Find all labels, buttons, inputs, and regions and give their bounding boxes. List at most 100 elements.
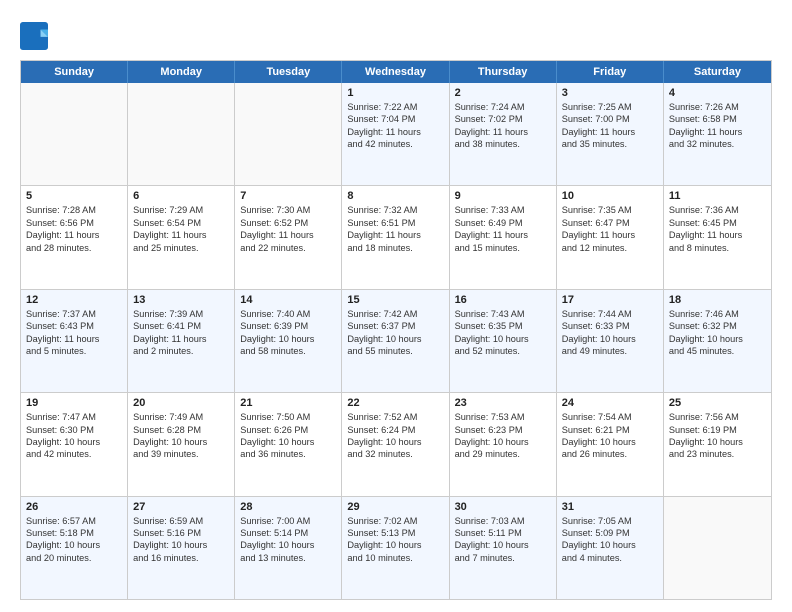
- day-number: 2: [455, 87, 551, 99]
- cell-line-2: Daylight: 10 hours: [455, 436, 551, 448]
- cell-line-2: Daylight: 10 hours: [347, 539, 443, 551]
- cell-line-3: and 26 minutes.: [562, 448, 658, 460]
- cell-line-3: and 32 minutes.: [669, 138, 766, 150]
- calendar-row-1: 5Sunrise: 7:28 AMSunset: 6:56 PMDaylight…: [21, 185, 771, 288]
- calendar-cell-25: 25Sunrise: 7:56 AMSunset: 6:19 PMDayligh…: [664, 393, 771, 495]
- calendar-cell-20: 20Sunrise: 7:49 AMSunset: 6:28 PMDayligh…: [128, 393, 235, 495]
- day-number: 25: [669, 397, 766, 409]
- calendar-cell-2: 2Sunrise: 7:24 AMSunset: 7:02 PMDaylight…: [450, 83, 557, 185]
- day-number: 13: [133, 294, 229, 306]
- cell-line-3: and 29 minutes.: [455, 448, 551, 460]
- cell-line-1: Sunset: 5:16 PM: [133, 527, 229, 539]
- cell-line-3: and 10 minutes.: [347, 552, 443, 564]
- cell-line-1: Sunset: 5:11 PM: [455, 527, 551, 539]
- calendar-cell-31: 31Sunrise: 7:05 AMSunset: 5:09 PMDayligh…: [557, 497, 664, 599]
- cell-line-1: Sunset: 7:00 PM: [562, 113, 658, 125]
- calendar-row-2: 12Sunrise: 7:37 AMSunset: 6:43 PMDayligh…: [21, 289, 771, 392]
- logo-icon: [20, 22, 48, 50]
- cell-line-3: and 25 minutes.: [133, 242, 229, 254]
- cell-line-2: Daylight: 10 hours: [347, 436, 443, 448]
- cell-line-0: Sunrise: 7:33 AM: [455, 204, 551, 216]
- calendar-cell-8: 8Sunrise: 7:32 AMSunset: 6:51 PMDaylight…: [342, 186, 449, 288]
- cell-line-0: Sunrise: 7:42 AM: [347, 308, 443, 320]
- cell-line-1: Sunset: 5:18 PM: [26, 527, 122, 539]
- calendar-cell-empty: [128, 83, 235, 185]
- cell-line-1: Sunset: 6:39 PM: [240, 320, 336, 332]
- calendar-cell-9: 9Sunrise: 7:33 AMSunset: 6:49 PMDaylight…: [450, 186, 557, 288]
- calendar-cell-empty: [21, 83, 128, 185]
- calendar-body: 1Sunrise: 7:22 AMSunset: 7:04 PMDaylight…: [21, 83, 771, 599]
- cell-line-2: Daylight: 10 hours: [562, 333, 658, 345]
- calendar-cell-empty: [235, 83, 342, 185]
- day-number: 19: [26, 397, 122, 409]
- calendar-row-3: 19Sunrise: 7:47 AMSunset: 6:30 PMDayligh…: [21, 392, 771, 495]
- cell-line-2: Daylight: 10 hours: [133, 436, 229, 448]
- day-number: 20: [133, 397, 229, 409]
- cell-line-1: Sunset: 5:13 PM: [347, 527, 443, 539]
- calendar-cell-18: 18Sunrise: 7:46 AMSunset: 6:32 PMDayligh…: [664, 290, 771, 392]
- cell-line-0: Sunrise: 7:30 AM: [240, 204, 336, 216]
- cell-line-2: Daylight: 11 hours: [240, 229, 336, 241]
- cell-line-2: Daylight: 10 hours: [240, 539, 336, 551]
- calendar-cell-22: 22Sunrise: 7:52 AMSunset: 6:24 PMDayligh…: [342, 393, 449, 495]
- cell-line-3: and 55 minutes.: [347, 345, 443, 357]
- day-number: 16: [455, 294, 551, 306]
- cell-line-2: Daylight: 11 hours: [562, 126, 658, 138]
- cell-line-1: Sunset: 6:47 PM: [562, 217, 658, 229]
- day-number: 6: [133, 190, 229, 202]
- cell-line-1: Sunset: 6:51 PM: [347, 217, 443, 229]
- cell-line-0: Sunrise: 7:29 AM: [133, 204, 229, 216]
- cell-line-1: Sunset: 6:37 PM: [347, 320, 443, 332]
- cell-line-3: and 16 minutes.: [133, 552, 229, 564]
- day-number: 17: [562, 294, 658, 306]
- cell-line-0: Sunrise: 7:25 AM: [562, 101, 658, 113]
- header-day-thursday: Thursday: [450, 61, 557, 83]
- cell-line-0: Sunrise: 7:22 AM: [347, 101, 443, 113]
- cell-line-0: Sunrise: 7:50 AM: [240, 411, 336, 423]
- cell-line-0: Sunrise: 7:44 AM: [562, 308, 658, 320]
- cell-line-2: Daylight: 11 hours: [669, 126, 766, 138]
- cell-line-0: Sunrise: 7:39 AM: [133, 308, 229, 320]
- cell-line-3: and 4 minutes.: [562, 552, 658, 564]
- cell-line-2: Daylight: 11 hours: [562, 229, 658, 241]
- cell-line-1: Sunset: 7:04 PM: [347, 113, 443, 125]
- cell-line-3: and 8 minutes.: [669, 242, 766, 254]
- calendar-cell-23: 23Sunrise: 7:53 AMSunset: 6:23 PMDayligh…: [450, 393, 557, 495]
- cell-line-2: Daylight: 10 hours: [240, 436, 336, 448]
- calendar-cell-19: 19Sunrise: 7:47 AMSunset: 6:30 PMDayligh…: [21, 393, 128, 495]
- cell-line-3: and 39 minutes.: [133, 448, 229, 460]
- cell-line-3: and 42 minutes.: [26, 448, 122, 460]
- header-day-friday: Friday: [557, 61, 664, 83]
- cell-line-2: Daylight: 10 hours: [26, 436, 122, 448]
- calendar-cell-6: 6Sunrise: 7:29 AMSunset: 6:54 PMDaylight…: [128, 186, 235, 288]
- cell-line-0: Sunrise: 7:43 AM: [455, 308, 551, 320]
- calendar-cell-13: 13Sunrise: 7:39 AMSunset: 6:41 PMDayligh…: [128, 290, 235, 392]
- cell-line-3: and 52 minutes.: [455, 345, 551, 357]
- day-number: 5: [26, 190, 122, 202]
- cell-line-2: Daylight: 11 hours: [455, 229, 551, 241]
- day-number: 27: [133, 501, 229, 513]
- day-number: 22: [347, 397, 443, 409]
- cell-line-3: and 36 minutes.: [240, 448, 336, 460]
- cell-line-1: Sunset: 6:49 PM: [455, 217, 551, 229]
- cell-line-3: and 45 minutes.: [669, 345, 766, 357]
- cell-line-0: Sunrise: 7:37 AM: [26, 308, 122, 320]
- cell-line-3: and 2 minutes.: [133, 345, 229, 357]
- day-number: 11: [669, 190, 766, 202]
- day-number: 23: [455, 397, 551, 409]
- day-number: 29: [347, 501, 443, 513]
- cell-line-2: Daylight: 11 hours: [26, 229, 122, 241]
- calendar-cell-14: 14Sunrise: 7:40 AMSunset: 6:39 PMDayligh…: [235, 290, 342, 392]
- day-number: 26: [26, 501, 122, 513]
- logo: [20, 22, 52, 50]
- calendar-cell-24: 24Sunrise: 7:54 AMSunset: 6:21 PMDayligh…: [557, 393, 664, 495]
- cell-line-3: and 22 minutes.: [240, 242, 336, 254]
- cell-line-3: and 15 minutes.: [455, 242, 551, 254]
- cell-line-1: Sunset: 6:58 PM: [669, 113, 766, 125]
- cell-line-1: Sunset: 6:21 PM: [562, 424, 658, 436]
- cell-line-0: Sunrise: 7:49 AM: [133, 411, 229, 423]
- day-number: 12: [26, 294, 122, 306]
- cell-line-3: and 13 minutes.: [240, 552, 336, 564]
- cell-line-2: Daylight: 10 hours: [455, 333, 551, 345]
- cell-line-1: Sunset: 6:54 PM: [133, 217, 229, 229]
